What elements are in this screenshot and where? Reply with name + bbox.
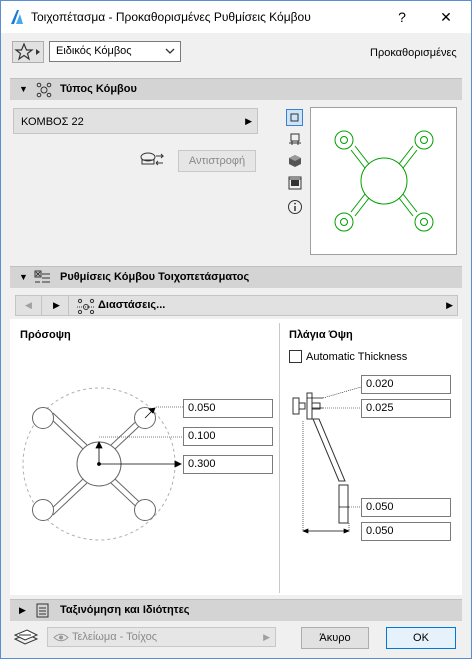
collapse-arrow-icon: ▼ [19, 272, 28, 282]
collapse-arrow-icon: ▼ [19, 84, 28, 94]
help-button[interactable]: ? [387, 5, 417, 29]
defaults-label: Προκαθορισμένες [370, 47, 457, 59]
eye-icon [53, 633, 69, 642]
expand-arrow-icon: ▶ [19, 605, 26, 615]
front-view-drawing [22, 387, 183, 541]
node-type-dropdown-value: Ειδικός Κόμβος [56, 45, 132, 57]
side-view-field-2[interactable]: 0.025 [361, 399, 451, 418]
front-view-field-2[interactable]: 0.100 [183, 427, 273, 446]
3d-view-icon[interactable] [287, 153, 303, 169]
chevron-left-icon: ◀ [25, 300, 32, 310]
dimensions-icon [77, 298, 95, 314]
side-view-title: Πλάγια Όψη [289, 329, 353, 341]
section-node-settings-title: Ρυθμίσεις Κόμβου Τοιχοπετάσματος [60, 271, 250, 283]
classification-icon [36, 603, 49, 618]
section-node-settings-header[interactable]: ▼ Ρυθμίσεις Κόμβου Τοιχοπετάσματος [10, 266, 462, 288]
window-title: Τοιχοπέτασμα - Προκαθορισμένες Ρυθμίσεις… [31, 10, 311, 24]
chevron-down-icon [165, 48, 175, 54]
chevron-right-icon: ▶ [245, 116, 252, 126]
chevron-right-icon: ▶ [263, 632, 270, 642]
node-icon [36, 82, 52, 98]
tab-page-navigator: ◀ ▶ Διαστάσεις... ▶ [15, 295, 458, 316]
prev-page-button[interactable]: ◀ [16, 296, 42, 315]
chevron-right-icon[interactable]: ▶ [446, 300, 453, 311]
title-bar: Τοιχοπέτασμα - Προκαθορισμένες Ρυθμίσεις… [1, 1, 471, 33]
cancel-button[interactable]: Άκυρο [301, 627, 369, 649]
layers-icon [13, 629, 39, 645]
automatic-thickness-checkbox[interactable] [289, 350, 302, 363]
chevron-right-icon: ▶ [53, 300, 60, 310]
node-preview-drawing [334, 130, 434, 232]
layer-selector[interactable]: Τελείωμα - Τοίχος ▶ [47, 627, 276, 647]
node-type-dropdown[interactable]: Ειδικός Κόμβος [49, 41, 181, 62]
section-classification-header[interactable]: ▶ Ταξινόμηση και Ιδιότητες [10, 599, 462, 621]
side-view-field-3[interactable]: 0.050 [361, 498, 451, 517]
front-view-title: Πρόσοψη [20, 329, 71, 341]
layer-selector-value: Τελείωμα - Τοίχος [72, 631, 158, 643]
node-preview [310, 107, 457, 255]
automatic-thickness-label: Automatic Thickness [306, 351, 408, 363]
info-icon[interactable] [287, 199, 303, 215]
reverse-button[interactable]: Αντιστροφή [178, 150, 256, 172]
node-settings-icon [34, 270, 50, 283]
node-library-selector-value: ΚΟΜΒΟΣ 22 [21, 116, 84, 128]
side-view-field-4[interactable]: 0.050 [361, 522, 451, 541]
side-view-field-1[interactable]: 0.020 [361, 375, 451, 394]
node-library-selector[interactable]: ΚΟΜΒΟΣ 22 ▶ [13, 108, 258, 134]
close-button[interactable]: ✕ [431, 5, 461, 29]
dialog-window: Τοιχοπέτασμα - Προκαθορισμένες Ρυθμίσεις… [0, 0, 472, 659]
view-2d-button[interactable] [286, 109, 303, 126]
section-node-type-header[interactable]: ▼ Τύπος Κόμβου [10, 78, 462, 100]
panel-divider [279, 323, 280, 593]
square-icon [290, 113, 299, 122]
ok-button[interactable]: OK [386, 627, 456, 649]
film-strip-icon[interactable] [287, 175, 303, 191]
archicad-logo-icon [11, 10, 23, 24]
elevation-view-icon[interactable] [287, 131, 303, 147]
front-view-field-1[interactable]: 0.050 [183, 399, 273, 418]
mirror-icon[interactable] [136, 151, 166, 169]
favorites-button[interactable] [12, 41, 44, 63]
section-classification-title: Ταξινόμηση και Ιδιότητες [60, 604, 190, 616]
front-view-field-3[interactable]: 0.300 [183, 455, 273, 474]
next-page-button[interactable]: ▶ [43, 296, 69, 315]
section-node-type-title: Τύπος Κόμβου [60, 83, 137, 95]
side-view-drawing [292, 386, 362, 534]
star-icon [14, 42, 40, 61]
page-label[interactable]: Διαστάσεις... [98, 299, 165, 311]
